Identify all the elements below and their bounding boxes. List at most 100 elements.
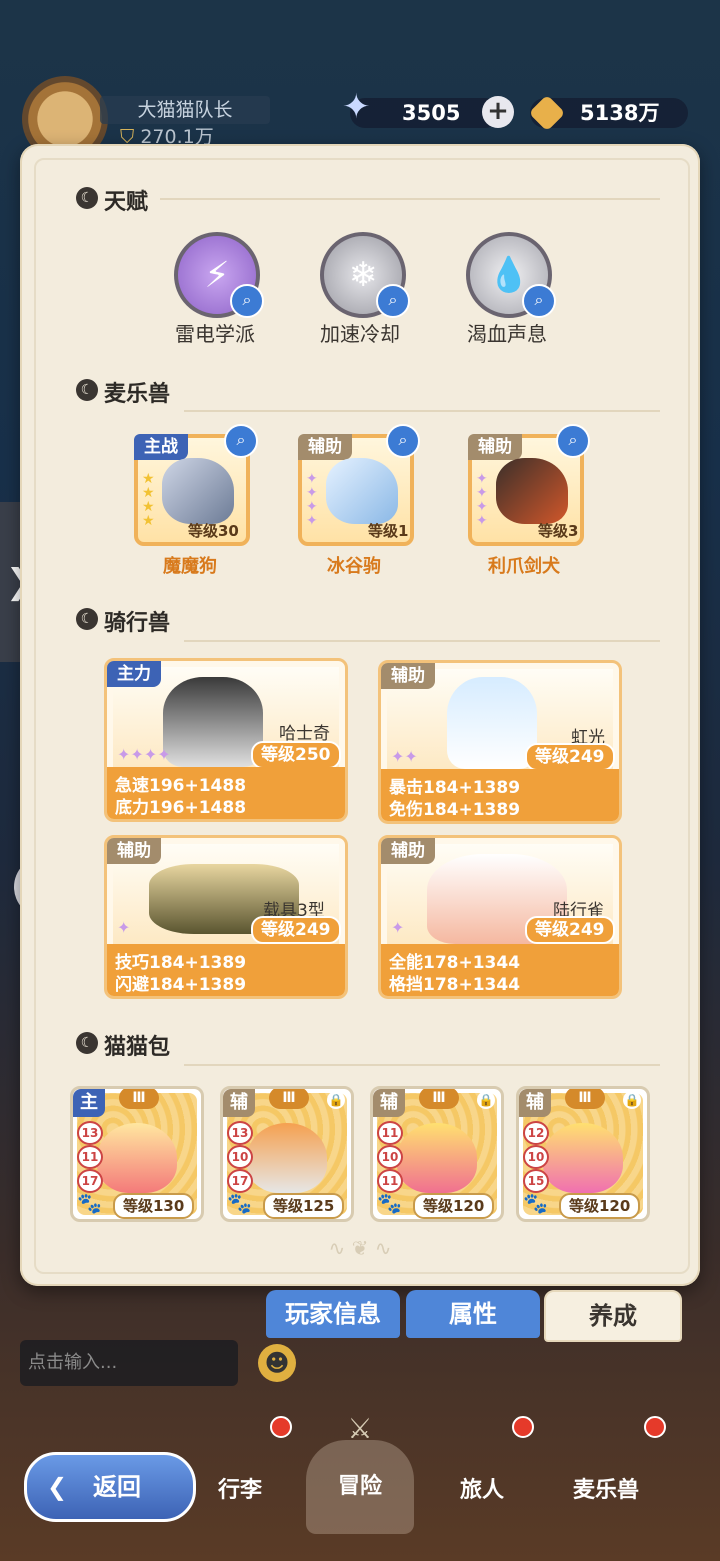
mount-stat: 格挡178+1344: [389, 975, 521, 995]
section-title-talent: 天赋: [104, 190, 149, 215]
mount-stats: 暴击184+1389 免伤184+1389: [381, 769, 619, 821]
search-icon[interactable]: ⌕: [386, 424, 420, 458]
bag-stat: 11: [377, 1121, 403, 1145]
mount-stats: 全能178+1344 格挡178+1344: [381, 944, 619, 996]
mount-role-tag: 辅助: [107, 838, 161, 864]
coin-icon: [528, 94, 566, 132]
player-name: 大猫猫队长: [100, 96, 270, 124]
bag-level: 等级120: [559, 1193, 641, 1219]
talent-thunder[interactable]: ⚡ ⌕: [174, 232, 264, 318]
bag-grade: Ⅲ: [269, 1089, 309, 1109]
bag-grade: Ⅲ: [119, 1089, 159, 1109]
mount-stat: 免伤184+1389: [389, 800, 521, 820]
chat-input[interactable]: 点击输入...: [20, 1340, 238, 1386]
bag-level: 等级125: [263, 1193, 345, 1219]
lock-icon: 🔒: [623, 1091, 641, 1109]
mount-role-tag: 辅助: [381, 838, 435, 864]
search-icon[interactable]: ⌕: [230, 284, 264, 318]
mount-card[interactable]: 辅助 虹光 ✦✦ 等级249 暴击184+1389 免伤184+1389: [378, 660, 622, 824]
bag-stat: 17: [227, 1169, 253, 1193]
talent-label: 雷电学派: [175, 322, 255, 346]
pet-name: 利爪剑犬: [488, 556, 560, 577]
star-icon: ✦✦✦✦: [476, 471, 488, 529]
notification-dot: [644, 1416, 666, 1438]
star-icon: ✦✦✦✦: [117, 745, 171, 764]
mount-level: 等级249: [251, 916, 341, 944]
section-icon: ☾: [76, 608, 98, 630]
mount-card[interactable]: 辅助 载具3型 ✦ 等级249 技巧184+1389 闪避184+1389: [104, 835, 348, 999]
nav-bag[interactable]: 行李: [184, 1452, 296, 1530]
tab-attributes[interactable]: 属性: [406, 1290, 540, 1338]
bag-portrait: [543, 1123, 623, 1193]
emoji-icon[interactable]: ☻: [258, 1344, 296, 1382]
bag-stat: 10: [227, 1145, 253, 1169]
bag-role-tag: 辅: [373, 1089, 405, 1117]
tab-player-info[interactable]: 玩家信息: [266, 1290, 400, 1338]
coin-resource: 5138万: [528, 94, 688, 132]
star-icon: ★ ★ ★ ★: [142, 471, 155, 529]
bag-grade: Ⅲ: [419, 1089, 459, 1109]
mount-level: 等级250: [251, 741, 341, 769]
mount-card[interactable]: 辅助 陆行雀 ✦ 等级249 全能178+1344 格挡178+1344: [378, 835, 622, 999]
tab-training[interactable]: 养成: [544, 1290, 682, 1342]
talent-cooldown[interactable]: ❄ ⌕: [320, 232, 410, 318]
bag-card[interactable]: 主 Ⅲ 13 11 17 🐾 等级130: [70, 1086, 204, 1222]
mount-role-tag: 主力: [107, 661, 161, 687]
pet-role-tag: 辅助: [298, 434, 352, 460]
bag-card[interactable]: 辅 Ⅲ 🔒 13 10 17 🐾 等级125: [220, 1086, 354, 1222]
mount-stats: 技巧184+1389 闪避184+1389: [107, 944, 345, 996]
talent-label: 加速冷却: [320, 322, 400, 346]
search-icon[interactable]: ⌕: [522, 284, 556, 318]
pet-portrait: [162, 458, 234, 524]
bag-stat: 10: [377, 1145, 403, 1169]
divider: [184, 1064, 660, 1066]
search-icon[interactable]: ⌕: [556, 424, 590, 458]
pet-role-tag: 辅助: [468, 434, 522, 460]
mount-card[interactable]: 主力 哈士奇 ✦✦✦✦ 等级250 急速196+1488 底力196+1488: [104, 658, 348, 822]
mount-role-tag: 辅助: [381, 663, 435, 689]
divider: [184, 640, 660, 642]
crossed-swords-icon: ⚔: [347, 1412, 373, 1445]
back-button[interactable]: ❮ 返回: [24, 1452, 196, 1522]
mount-level: 等级249: [525, 916, 615, 944]
bag-portrait: [397, 1123, 477, 1193]
pet-portrait: [326, 458, 398, 524]
bag-card[interactable]: 辅 Ⅲ 🔒 11 10 11 🐾 等级120: [370, 1086, 504, 1222]
bag-role-tag: 辅: [519, 1089, 551, 1117]
search-icon[interactable]: ⌕: [376, 284, 410, 318]
bag-stat: 13: [227, 1121, 253, 1145]
search-icon[interactable]: ⌕: [224, 424, 258, 458]
bag-stat: 17: [77, 1169, 103, 1193]
lock-icon: 🔒: [477, 1091, 495, 1109]
nav-adventure[interactable]: 冒险: [306, 1440, 414, 1534]
bag-stat: 11: [377, 1169, 403, 1193]
bag-role-tag: 辅: [223, 1089, 255, 1117]
star-icon: ✦: [391, 918, 405, 937]
bag-stat: 12: [523, 1121, 549, 1145]
back-arrow-icon: ❮: [47, 1473, 68, 1501]
ornament-icon: ∿ ❦ ∿: [328, 1236, 392, 1260]
mount-stat: 底力196+1488: [115, 798, 247, 818]
bag-stat: 13: [77, 1121, 103, 1145]
lock-icon: 🔒: [327, 1091, 345, 1109]
pet-level: 等级30: [188, 522, 239, 540]
bag-portrait: [97, 1123, 177, 1193]
talent-bloodthirst[interactable]: 💧 ⌕: [466, 232, 556, 318]
nav-traveler[interactable]: 旅人: [426, 1452, 538, 1530]
section-icon: ☾: [76, 1032, 98, 1054]
divider: [160, 198, 660, 200]
talent-label: 渴血声息: [467, 322, 547, 346]
gem-resource: ✦ 3505: [342, 90, 500, 128]
bag-card[interactable]: 辅 Ⅲ 🔒 12 10 15 🐾 等级120: [516, 1086, 650, 1222]
pet-level: 等级3: [538, 522, 579, 540]
pet-level: 等级1: [368, 522, 409, 540]
divider: [184, 410, 660, 412]
star-icon: ✦✦: [391, 747, 418, 766]
mount-level: 等级249: [525, 743, 615, 771]
add-gems-button[interactable]: +: [482, 96, 514, 128]
star-gem-icon: ✦: [342, 87, 371, 127]
section-title-bags: 猫猫包: [104, 1035, 171, 1060]
nav-pets[interactable]: 麦乐兽: [550, 1452, 662, 1530]
pet-name: 魔魔狗: [163, 556, 217, 577]
bag-stat: 15: [523, 1169, 549, 1193]
